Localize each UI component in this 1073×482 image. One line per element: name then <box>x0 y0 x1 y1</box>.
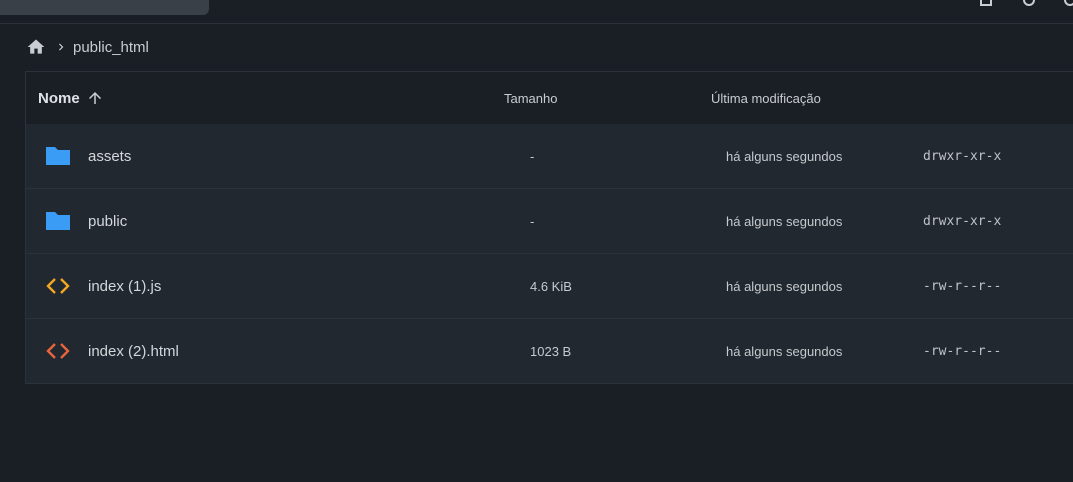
file-modified: há alguns segundos <box>726 148 843 164</box>
home-icon[interactable] <box>26 37 46 57</box>
file-size: 4.6 KiB <box>530 278 572 294</box>
file-permissions: -rw-r--r-- <box>923 343 1002 359</box>
file-size: 1023 B <box>530 343 572 359</box>
file-name[interactable]: public <box>88 189 127 253</box>
file-size: - <box>530 213 535 229</box>
column-header-name[interactable]: Nome <box>38 72 104 124</box>
table-row[interactable]: index (2).html 1023 B há alguns segundos… <box>26 319 1073 384</box>
table-row[interactable]: index (1).js 4.6 KiB há alguns segundos … <box>26 254 1073 319</box>
column-header-modified[interactable]: Última modificação <box>711 72 821 124</box>
file-size: - <box>530 148 535 164</box>
code-icon <box>44 339 72 363</box>
file-modified: há alguns segundos <box>726 278 843 294</box>
file-modified: há alguns segundos <box>726 213 843 229</box>
arrow-up-icon[interactable] <box>86 89 104 107</box>
file-list: Nome Tamanho Última modificação assets -… <box>25 71 1073 384</box>
file-name[interactable]: index (1).js <box>88 254 161 318</box>
code-icon <box>44 274 72 298</box>
top-bar <box>0 0 1073 24</box>
file-modified: há alguns segundos <box>726 343 843 359</box>
file-permissions: drwxr-xr-x <box>923 213 1002 229</box>
breadcrumb-current[interactable]: public_html <box>73 39 149 56</box>
search-bar[interactable] <box>0 0 209 15</box>
folder-icon <box>44 209 72 233</box>
chevron-right-icon <box>54 40 68 54</box>
file-permissions: -rw-r--r-- <box>923 278 1002 294</box>
table-header: Nome Tamanho Última modificação <box>26 72 1073 124</box>
account-icon[interactable] <box>1062 0 1073 6</box>
column-header-size[interactable]: Tamanho <box>504 72 557 124</box>
table-row[interactable]: assets - há alguns segundos drwxr-xr-x <box>26 124 1073 189</box>
folder-icon <box>44 144 72 168</box>
file-name[interactable]: index (2).html <box>88 319 179 383</box>
table-row[interactable]: public - há alguns segundos drwxr-xr-x <box>26 189 1073 254</box>
file-name[interactable]: assets <box>88 124 131 188</box>
grid-view-icon[interactable] <box>978 0 996 6</box>
breadcrumb: public_html <box>26 36 149 58</box>
column-header-name-label: Nome <box>38 89 80 107</box>
settings-icon[interactable] <box>1021 0 1039 6</box>
file-permissions: drwxr-xr-x <box>923 148 1002 164</box>
